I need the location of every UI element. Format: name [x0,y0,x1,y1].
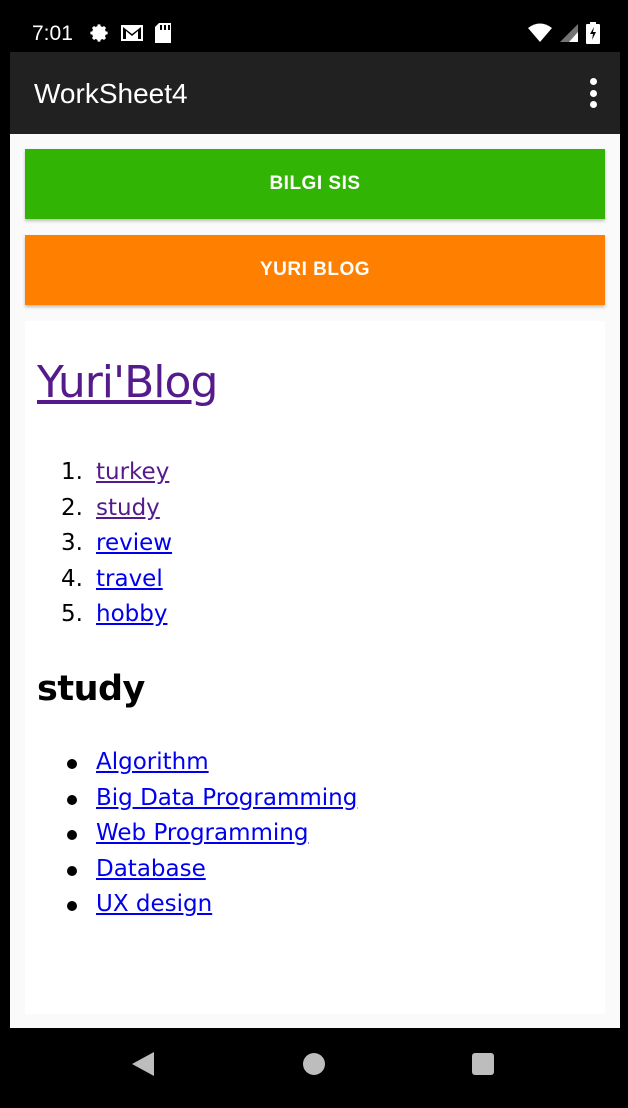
home-icon[interactable] [303,1053,325,1075]
list-item: Database [67,852,357,888]
category-link-hobby[interactable]: hobby [96,601,167,627]
bilgi-sis-button[interactable]: BILGI SIS [25,149,605,219]
web-view: Yuri'Blog 1. turkey 2. study 3. review 4. tr… [25,321,605,1014]
status-icons-right [528,22,600,49]
list-item: Web Programming [67,816,357,852]
more-vert-icon[interactable] [588,78,598,108]
section-title: study [37,669,145,709]
bullet-icon [67,901,77,911]
app-window: WorkSheet4 BILGI SIS YURI BLOG Yuri'Blog… [10,52,620,1028]
category-link-turkey[interactable]: turkey [96,459,169,485]
blog-title-link[interactable]: Yuri'Blog [37,357,218,408]
bullet-icon [67,830,77,840]
study-link-big-data[interactable]: Big Data Programming [96,785,357,811]
app-title: WorkSheet4 [34,78,188,109]
sd-card-icon [154,22,172,49]
back-icon[interactable] [132,1052,154,1076]
recents-icon[interactable] [472,1053,494,1075]
gear-icon [88,22,110,49]
study-link-web-programming[interactable]: Web Programming [96,820,308,846]
category-link-study[interactable]: study [96,495,160,521]
study-link-database[interactable]: Database [96,856,206,882]
wifi-icon [528,23,552,48]
battery-charging-icon [586,22,600,49]
bullet-icon [67,759,77,769]
category-link-review[interactable]: review [96,530,172,556]
gmail-icon [120,23,144,48]
study-link-ux-design[interactable]: UX design [96,891,212,917]
study-list: Algorithm Big Data Programming Web Progr… [67,745,357,923]
list-number: 1. [61,459,83,485]
list-item: Big Data Programming [67,781,357,817]
list-item: 1. turkey [61,455,172,491]
list-item: 4. travel [61,562,172,598]
status-time: 7:01 [32,22,73,45]
list-item: UX design [67,887,357,923]
status-icons-left [88,22,172,49]
signal-icon [560,23,578,48]
category-list: 1. turkey 2. study 3. review 4. travel 5. hob… [61,455,172,633]
list-number: 2. [61,494,83,521]
bullet-icon [67,865,77,876]
bullet-icon [67,794,77,805]
list-item: Algorithm [67,745,357,781]
app-bar: WorkSheet4 [10,52,620,134]
study-link-algorithm[interactable]: Algorithm [96,749,209,775]
status-bar: 7:01 [0,0,628,52]
list-number: 4. [61,565,83,592]
list-number: 5. [61,601,83,627]
list-item: 3. review [61,526,172,562]
navigation-bar [0,1028,628,1108]
list-number: 3. [61,530,83,556]
yuri-blog-button[interactable]: YURI BLOG [25,235,605,305]
list-item: 2. study [61,491,172,527]
category-link-travel[interactable]: travel [96,566,163,592]
list-item: 5. hobby [61,597,172,633]
